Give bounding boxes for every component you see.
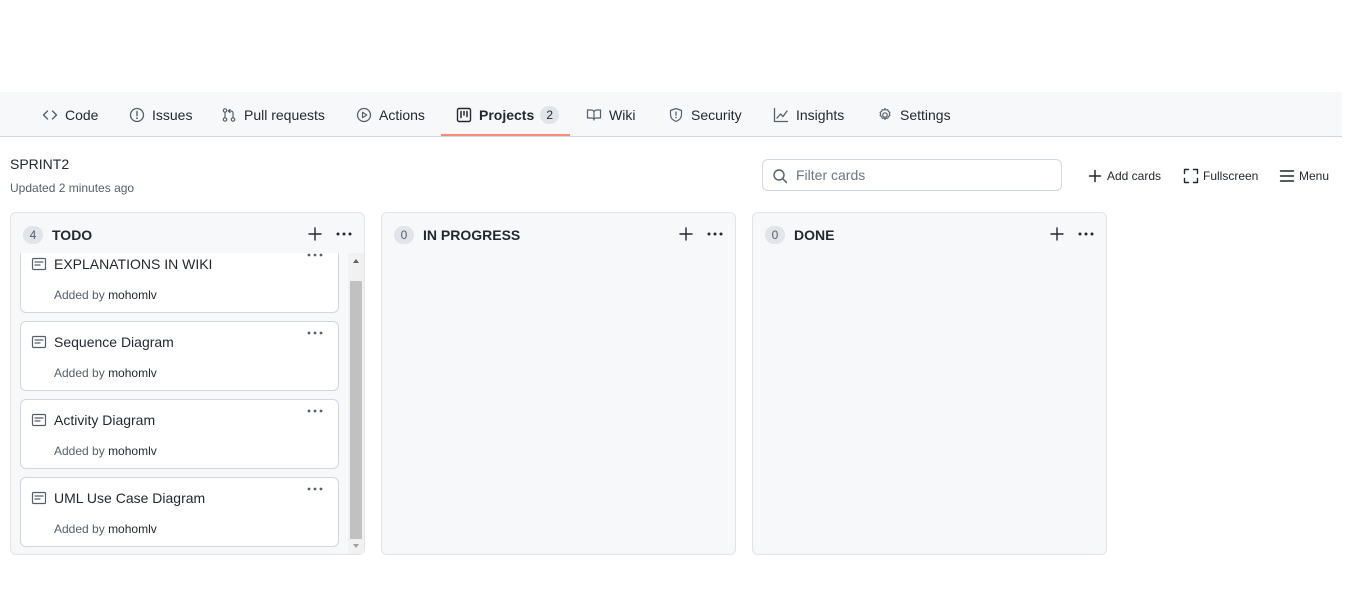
tab-insights[interactable]: Insights xyxy=(773,92,844,137)
tab-insights-label: Insights xyxy=(796,106,845,123)
card-added-by: Added by xyxy=(54,522,105,536)
card-item[interactable]: UML Use Case Diagram Added by mohomlv xyxy=(20,477,339,547)
card-more-options-icon[interactable] xyxy=(306,326,324,338)
add-card-plus-icon[interactable] xyxy=(1049,226,1065,242)
tab-wiki[interactable]: Wiki xyxy=(586,92,635,137)
card-title: UML Use Case Diagram xyxy=(54,490,206,506)
card-more-options-icon[interactable] xyxy=(306,253,324,260)
card-author[interactable]: mohomlv xyxy=(108,522,157,536)
search-icon xyxy=(772,168,788,184)
add-cards-label: Add cards xyxy=(1107,169,1162,183)
column-in-progress: 0 IN PROGRESS xyxy=(381,212,736,555)
graph-icon xyxy=(773,107,789,123)
filter-cards-input[interactable] xyxy=(794,164,1054,186)
note-icon xyxy=(31,490,47,506)
column-more-options-icon[interactable] xyxy=(1077,226,1095,242)
add-card-plus-icon[interactable] xyxy=(678,226,694,242)
code-icon xyxy=(42,107,58,123)
column-done: 0 DONE xyxy=(752,212,1107,555)
column-card-count: 0 xyxy=(765,226,785,244)
card-item[interactable]: EXPLANATIONS IN WIKI Added by mohomlv xyxy=(20,253,339,313)
tab-pull-requests[interactable]: Pull requests xyxy=(221,92,325,137)
git-pull-request-icon xyxy=(221,107,237,123)
shield-icon xyxy=(668,107,684,123)
tab-code-label: Code xyxy=(65,106,99,123)
note-icon xyxy=(31,256,47,272)
scroll-up-arrow-icon[interactable] xyxy=(348,253,364,269)
filter-cards-field[interactable] xyxy=(762,159,1062,191)
project-icon xyxy=(456,107,472,123)
card-item[interactable]: Sequence Diagram Added by mohomlv xyxy=(20,321,339,391)
board-title: SPRINT2 xyxy=(10,156,70,172)
plus-icon xyxy=(1087,168,1103,184)
column-header: 4 TODO xyxy=(11,213,364,255)
card-title: EXPLANATIONS IN WIKI xyxy=(54,256,213,272)
selected-tab-underline xyxy=(441,134,570,136)
fullscreen-icon xyxy=(1183,168,1199,184)
column-name: IN PROGRESS xyxy=(423,227,521,243)
tab-pull-requests-label: Pull requests xyxy=(244,106,325,123)
column-header: 0 IN PROGRESS xyxy=(382,213,735,255)
page-top-blank xyxy=(7,0,1342,92)
column-more-options-icon[interactable] xyxy=(335,226,353,242)
tab-actions-label: Actions xyxy=(379,106,425,123)
column-card-count: 0 xyxy=(394,226,414,244)
card-item[interactable]: Activity Diagram Added by mohomlv xyxy=(20,399,339,469)
menu-button[interactable]: Menu xyxy=(1279,166,1329,186)
tab-settings[interactable]: Settings xyxy=(877,92,951,137)
card-more-options-icon[interactable] xyxy=(306,482,324,494)
card-title: Sequence Diagram xyxy=(54,334,174,350)
column-card-count: 4 xyxy=(23,226,43,244)
card-meta: Added by mohomlv xyxy=(54,366,157,380)
column-todo: 4 TODO EXPLANATIONS IN WIKI Added by moh… xyxy=(10,212,365,555)
tab-code[interactable]: Code xyxy=(42,92,98,137)
column-scrollbar[interactable] xyxy=(348,253,364,554)
tab-issues[interactable]: Issues xyxy=(129,92,192,137)
tab-security[interactable]: Security xyxy=(668,92,742,137)
card-meta: Added by mohomlv xyxy=(54,444,157,458)
book-icon xyxy=(586,107,602,123)
fullscreen-label: Fullscreen xyxy=(1203,169,1259,183)
note-icon xyxy=(31,334,47,350)
menu-label: Menu xyxy=(1299,169,1330,183)
tab-projects[interactable]: Projects 2 xyxy=(456,92,560,137)
play-icon xyxy=(356,107,372,123)
card-author[interactable]: mohomlv xyxy=(108,288,157,302)
hamburger-menu-icon xyxy=(1279,168,1295,184)
card-more-options-icon[interactable] xyxy=(306,404,324,416)
column-name: TODO xyxy=(52,227,93,243)
card-added-by: Added by xyxy=(54,444,105,458)
card-author[interactable]: mohomlv xyxy=(108,366,157,380)
tab-settings-label: Settings xyxy=(900,106,951,123)
tab-wiki-label: Wiki xyxy=(609,106,636,123)
card-meta: Added by mohomlv xyxy=(54,522,157,536)
card-title: Activity Diagram xyxy=(54,412,156,428)
card-added-by: Added by xyxy=(54,288,105,302)
add-card-plus-icon[interactable] xyxy=(307,226,323,242)
card-meta: Added by mohomlv xyxy=(54,288,157,302)
tab-security-label: Security xyxy=(691,106,742,123)
card-author[interactable]: mohomlv xyxy=(108,444,157,458)
column-name: DONE xyxy=(794,227,835,243)
fullscreen-button[interactable]: Fullscreen xyxy=(1183,166,1258,186)
add-cards-button[interactable]: Add cards xyxy=(1087,166,1161,186)
note-icon xyxy=(31,412,47,428)
card-list: EXPLANATIONS IN WIKI Added by mohomlv Se… xyxy=(18,253,365,554)
column-header: 0 DONE xyxy=(753,213,1106,255)
repo-nav: Code Issues Pull requests Actions Projec… xyxy=(0,92,1342,137)
board-updated-time: Updated 2 minutes ago xyxy=(10,181,135,195)
column-more-options-icon[interactable] xyxy=(706,226,724,242)
card-added-by: Added by xyxy=(54,366,105,380)
scrollbar-thumb[interactable] xyxy=(350,281,362,539)
issue-opened-icon xyxy=(129,107,145,123)
tab-actions[interactable]: Actions xyxy=(356,92,425,137)
tab-projects-label: Projects xyxy=(479,106,535,123)
projects-counter-badge: 2 xyxy=(540,105,560,124)
scroll-down-arrow-icon[interactable] xyxy=(348,538,364,554)
tab-issues-label: Issues xyxy=(152,106,193,123)
gear-icon xyxy=(877,107,893,123)
